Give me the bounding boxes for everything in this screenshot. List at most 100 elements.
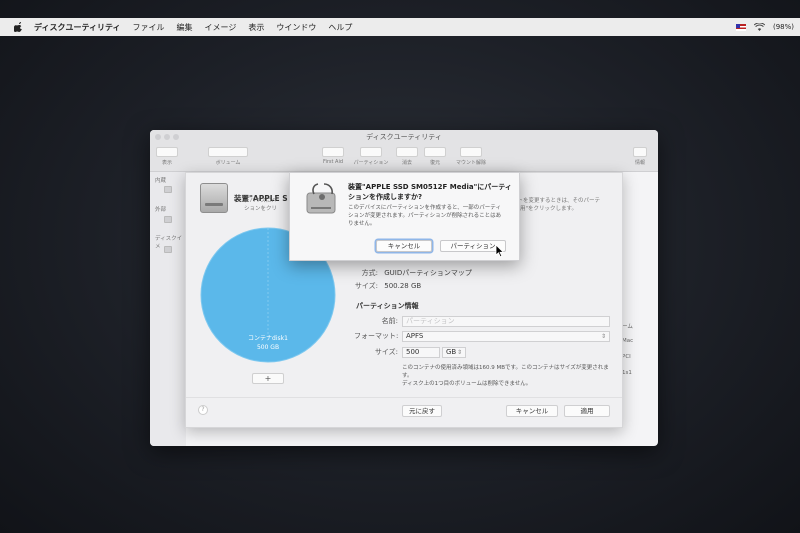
sheet-description-line: "適用"をクリックします。	[512, 206, 578, 212]
toolbar-volume-label: ボリューム	[215, 160, 241, 166]
partition-note: このコンテナの使用済み領域は160.9 MBです。このコンテナはサイズが変更され…	[402, 364, 622, 388]
note-line: このコンテナの使用済み領域は160.9 MBです。このコンテナはサイズが変更され…	[402, 365, 609, 371]
toolbar-partition-button[interactable]: パーティション	[350, 147, 392, 166]
toolbar-restore-label: 復元	[429, 160, 440, 166]
sheet-description-right: ットを変更するときは、そのパーテ "適用"をクリックします。	[512, 197, 600, 213]
menu-edit[interactable]: 編集	[176, 22, 192, 33]
size-unit-value: GB	[446, 348, 457, 356]
info-pane-text-4: 1s1	[622, 370, 632, 376]
toolbar-info-label: 情報	[634, 160, 645, 166]
partition-name-field[interactable]: パーティション	[402, 316, 610, 327]
scheme-row: 方式: GUIDパーティションマップ	[334, 268, 472, 278]
name-label: 名前:	[381, 317, 398, 325]
sheet-description-line: ットを変更するときは、そのパーテ	[512, 198, 601, 204]
toolbar-unmount-button[interactable]: マウント解除	[452, 147, 490, 166]
note-line: す。	[402, 373, 413, 379]
pie-size: 500 GB	[257, 344, 279, 351]
window-titlebar: ディスクユーティリティ	[150, 130, 658, 144]
info-pane: ーム Mac PCI 1s1	[620, 172, 658, 446]
format-row: フォーマット:	[354, 331, 398, 341]
toolbar-erase-label: 消去	[401, 160, 412, 166]
note-line: ディスク上の1つ目のボリュームは削除できません。	[402, 381, 532, 387]
size-row: サイズ: 500.28 GB	[334, 281, 421, 291]
stethoscope-icon	[322, 147, 344, 157]
toolbar-info-button[interactable]: 情報	[628, 147, 652, 166]
info-pane-text-3: PCI	[622, 354, 631, 360]
revert-button[interactable]: 元に戻す	[402, 405, 442, 417]
apply-button[interactable]: 適用	[564, 405, 610, 417]
restore-icon	[424, 147, 446, 157]
input-source-icon[interactable]	[735, 23, 746, 31]
psize-label: サイズ:	[374, 348, 398, 356]
menu-image[interactable]: イメージ	[204, 22, 236, 33]
info-icon	[633, 147, 647, 157]
format-label: フォーマット:	[354, 332, 399, 340]
partition-size-field[interactable]: 500	[402, 347, 440, 358]
sheet-divider	[186, 397, 622, 398]
scheme-value: GUIDパーティションマップ	[384, 269, 472, 277]
disk-utility-icon	[306, 183, 336, 214]
dialog-cancel-button[interactable]: キャンセル	[376, 240, 432, 252]
size-unit-select[interactable]: GB ⇕	[442, 347, 466, 358]
sheet-description-left: デバイスにパーテ ションをクリック	[244, 197, 276, 213]
menu-view[interactable]: 表示	[248, 22, 264, 33]
format-select[interactable]: APFS ⇕	[402, 331, 610, 342]
sheet-description-line: ションをクリック	[244, 206, 276, 212]
menu-extras: (98%)	[735, 18, 794, 36]
scheme-label: 方式:	[361, 269, 378, 277]
partition-confirm-dialog: 装置"APPLE SSD SM0512F Media"にパーティ ションを作成し…	[289, 172, 520, 261]
select-arrows-icon: ⇕	[600, 333, 606, 340]
dialog-title-line: 装置"APPLE SSD SM0512F Media"にパーティ	[348, 183, 512, 191]
sheet-cancel-button[interactable]: キャンセル	[506, 405, 558, 417]
select-arrows-icon: ⇕	[456, 349, 462, 356]
add-partition-button[interactable]: +	[252, 373, 284, 384]
toolbar-view-label: 表示	[161, 160, 172, 166]
toolbar: 表示 ボリューム First Aid パーティション 消去 復元 マウント解除	[150, 144, 658, 172]
menu-file[interactable]: ファイル	[132, 22, 164, 33]
dialog-message: このデバイスにパーティションを作成すると、一部のパーティ ションが変更されます。…	[348, 204, 508, 228]
window-title: ディスクユーティリティ	[366, 133, 442, 141]
volume-add-remove-icon	[208, 147, 248, 157]
sidebar-toggle-icon	[156, 147, 178, 157]
battery-status[interactable]: (98%)	[773, 23, 794, 31]
partition-icon	[360, 147, 382, 157]
name-row: 名前:	[354, 316, 398, 326]
pie-label: コンテナdisk1	[248, 335, 288, 342]
toolbar-first-aid-label: First Aid	[322, 159, 344, 165]
mouse-pointer-icon	[495, 244, 505, 258]
toolbar-first-aid-button[interactable]: First Aid	[318, 147, 348, 165]
hard-drive-icon	[200, 183, 228, 213]
sidebar-section-external: 外部	[155, 207, 167, 213]
dialog-title-line: ションを作成しますか?	[348, 192, 423, 201]
menu-bar: ディスクユーティリティ ファイル 編集 イメージ 表示 ウインドウ ヘルプ (9…	[0, 18, 800, 36]
wifi-icon[interactable]	[753, 23, 765, 31]
sidebar-item-external-disk[interactable]	[164, 216, 172, 223]
erase-icon	[396, 147, 418, 157]
toolbar-unmount-label: マウント解除	[455, 160, 486, 166]
sidebar-item-internal-disk[interactable]	[164, 186, 172, 193]
dialog-message-line: このデバイスにパーティションを作成すると、一部のパーティ	[348, 205, 501, 211]
help-button[interactable]: ?	[198, 405, 208, 415]
close-button[interactable]	[155, 134, 161, 140]
size-value: 500.28 GB	[384, 282, 422, 290]
toolbar-erase-button[interactable]: 消去	[394, 147, 420, 166]
info-pane-text-1: ーム	[622, 324, 633, 330]
dialog-title: 装置"APPLE SSD SM0512F Media"にパーティ ションを作成し…	[348, 183, 513, 202]
minimize-button[interactable]	[164, 134, 170, 140]
menu-window[interactable]: ウインドウ	[276, 22, 316, 33]
apple-icon[interactable]	[14, 22, 24, 32]
sidebar-section-internal: 内蔵	[155, 178, 167, 184]
menu-app-name[interactable]: ディスクユーティリティ	[34, 22, 120, 33]
toolbar-view-button[interactable]: 表示	[156, 147, 178, 166]
dialog-message-line: りません。	[348, 221, 376, 227]
sidebar-item-disk-image[interactable]	[164, 246, 172, 253]
menu-help[interactable]: ヘルプ	[328, 22, 352, 33]
eject-icon	[460, 147, 482, 157]
format-value: APFS	[406, 332, 424, 340]
toolbar-volume-button[interactable]: ボリューム	[208, 147, 248, 166]
sidebar: 内蔵 外部 ディスクイメ	[150, 172, 186, 446]
zoom-button[interactable]	[173, 134, 179, 140]
dialog-message-line: ションが変更されます。パーティションが削除されることはあ	[348, 213, 502, 219]
info-pane-text-2: Mac	[622, 338, 634, 344]
toolbar-restore-button[interactable]: 復元	[422, 147, 448, 166]
